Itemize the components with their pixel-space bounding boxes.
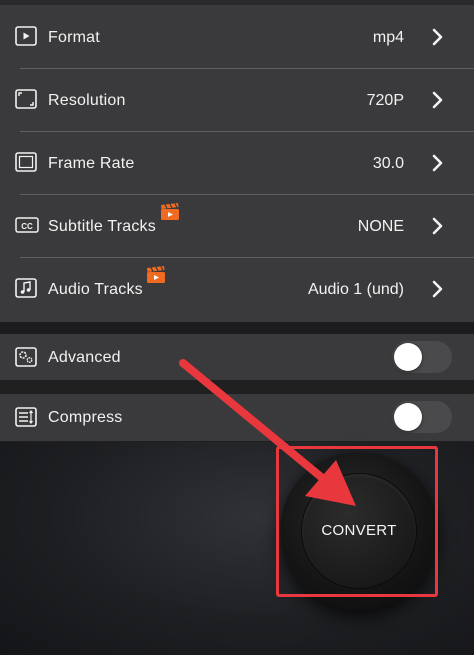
audio-tracks-value: Audio 1 (und) [307, 281, 404, 298]
frame-rate-row[interactable]: Frame Rate 30.0 [0, 132, 474, 195]
convert-label: CONVERT [321, 522, 397, 539]
svg-text:CC: CC [21, 222, 33, 231]
compress-sliders-icon [15, 407, 37, 427]
advanced-row: Advanced [0, 334, 474, 381]
resolution-label: Resolution [48, 92, 126, 109]
panel-top-edge [0, 0, 474, 5]
output-settings-panel: Format mp4 Resolution 720P Frame Rate 30… [0, 0, 474, 322]
pro-clapperboard-icon [161, 203, 179, 220]
chevron-right-icon [432, 154, 443, 172]
gears-icon [15, 347, 37, 367]
video-file-icon [15, 26, 37, 46]
subtitle-tracks-row[interactable]: CC Subtitle Tracks NONE [0, 195, 474, 258]
advanced-label: Advanced [48, 349, 121, 366]
frame-rate-value: 30.0 [372, 155, 404, 172]
chevron-right-icon [432, 280, 443, 298]
frame-rate-label: Frame Rate [48, 155, 135, 172]
format-value: mp4 [372, 29, 404, 46]
compress-toggle[interactable] [392, 401, 452, 433]
chevron-right-icon [432, 217, 443, 235]
resolution-frame-icon [15, 89, 37, 109]
audio-tracks-label: Audio Tracks [48, 281, 143, 298]
format-row[interactable]: Format mp4 [0, 6, 474, 69]
section-gap [0, 322, 474, 334]
chevron-right-icon [432, 91, 443, 109]
compress-row: Compress [0, 394, 474, 441]
compress-label: Compress [48, 409, 123, 426]
advanced-toggle[interactable] [392, 341, 452, 373]
audio-tracks-row[interactable]: Audio Tracks Audio 1 (und) [0, 258, 474, 321]
music-note-icon [15, 278, 37, 298]
toggle-knob [394, 343, 422, 371]
toggle-separator [0, 380, 474, 384]
closed-caption-icon: CC [15, 217, 39, 233]
chevron-right-icon [432, 28, 443, 46]
format-label: Format [48, 29, 100, 46]
resolution-row[interactable]: Resolution 720P [0, 69, 474, 132]
subtitle-tracks-value: NONE [357, 218, 404, 235]
pro-clapperboard-icon [147, 266, 165, 283]
subtitle-tracks-label: Subtitle Tracks [48, 218, 156, 235]
convert-button-face: CONVERT [302, 474, 416, 588]
convert-button[interactable]: CONVERT [280, 452, 438, 610]
resolution-value: 720P [366, 92, 404, 109]
film-frame-icon [15, 152, 37, 172]
toggle-knob [394, 403, 422, 431]
